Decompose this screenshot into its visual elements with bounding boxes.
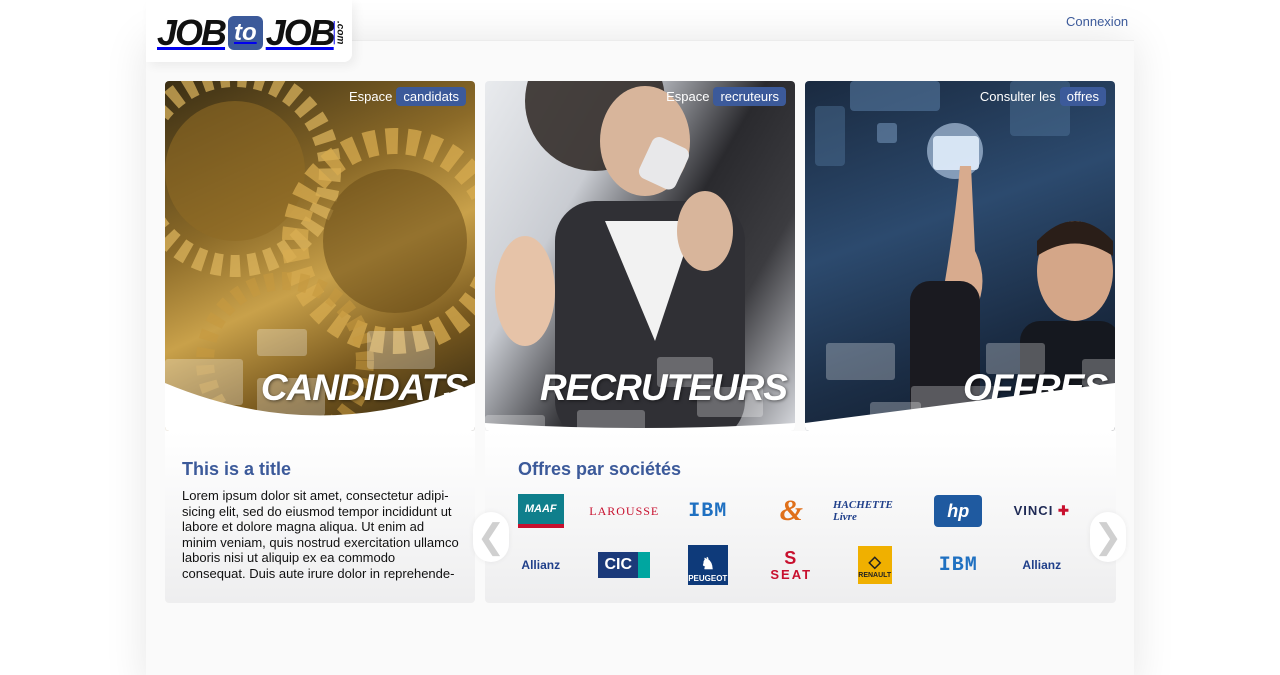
- panel-header: Espace recruteurs: [666, 87, 786, 106]
- panel-curve: [485, 423, 795, 431]
- panel-curve: [165, 383, 475, 431]
- carousel-prev-button[interactable]: ❮: [473, 512, 509, 562]
- companies-box: Offres par sociétés MAAF LAROUSSE IBM & …: [485, 431, 1116, 603]
- company-logo-hachette[interactable]: HACHETTE Livre: [833, 489, 917, 533]
- info-title: This is a title: [182, 459, 292, 479]
- panel-candidats[interactable]: Espace candidats CANDIDATS: [165, 81, 475, 431]
- panel-prefix: Consulter les: [979, 89, 1056, 104]
- glass-tile: [257, 329, 307, 356]
- lion-icon: ♞: [700, 556, 715, 573]
- logo-job-right: JOB: [265, 12, 336, 53]
- company-logo-maaf[interactable]: MAAF: [499, 489, 583, 533]
- info-box: This is a title Lorem ipsum dolor sit am…: [165, 431, 475, 603]
- page: JOB to JOB .com Connexion Espace candida…: [0, 0, 1280, 675]
- company-logo-france-telecom[interactable]: &: [750, 489, 834, 533]
- company-logo-ibm[interactable]: IBM: [666, 489, 750, 533]
- panel-recruteurs[interactable]: Espace recruteurs RECRUTEURS: [485, 81, 795, 431]
- chevron-right-icon: ❯: [1093, 518, 1123, 556]
- company-logo-grid: MAAF LAROUSSE IBM & HACHETTE Livre hp VI…: [499, 489, 1099, 587]
- company-logo-vinci[interactable]: VINCI ✚: [1000, 489, 1084, 533]
- panel-pill[interactable]: recruteurs: [713, 87, 786, 106]
- info-text: Lorem ipsum dolor sit amet, consectetur …: [182, 488, 459, 581]
- company-logo-peugeot[interactable]: ♞ PEUGEOT: [666, 543, 750, 587]
- logo-job-left: JOB: [157, 12, 227, 53]
- logo-text: LAROUSSE: [589, 503, 660, 518]
- panel-curve: [805, 383, 1115, 431]
- logo-text: HACHETTE Livre: [833, 499, 893, 523]
- seat-s-icon: S: [784, 547, 799, 568]
- chevron-left-icon: ❮: [476, 518, 506, 556]
- panel-header: Espace candidats: [349, 87, 466, 106]
- logo-text: Allianz: [521, 558, 561, 572]
- diamond-icon: ◇: [868, 553, 881, 571]
- logo-text: CIC: [598, 552, 651, 578]
- panel-header: Consulter les offres: [980, 87, 1106, 106]
- panel-pill[interactable]: offres: [1059, 87, 1106, 106]
- panel-pill[interactable]: candidats: [396, 87, 466, 106]
- connexion-link[interactable]: Connexion: [1066, 14, 1128, 29]
- logo-text: IBM: [688, 499, 728, 523]
- panel-prefix: Espace: [666, 89, 710, 104]
- company-logo-seat[interactable]: S SEAT: [750, 543, 834, 587]
- carousel-next-button[interactable]: ❯: [1090, 512, 1126, 562]
- logo-text: PEUGEOT: [688, 574, 728, 583]
- glass-tile: [367, 331, 435, 369]
- logo-text: &: [779, 494, 803, 527]
- panel-prefix: Espace: [348, 89, 393, 104]
- logo-text: RENAULT: [858, 571, 892, 579]
- company-logo-larousse[interactable]: LAROUSSE: [583, 489, 667, 533]
- company-logo-allianz[interactable]: Allianz: [1000, 543, 1084, 587]
- company-logo-allianz[interactable]: Allianz: [499, 543, 583, 587]
- company-logo-renault[interactable]: ◇ RENAULT: [833, 543, 917, 587]
- site-logo[interactable]: JOB to JOB .com: [157, 12, 346, 53]
- logo-text: VINCI: [1013, 503, 1054, 518]
- company-logo-hp[interactable]: hp: [917, 489, 1001, 533]
- logo-text: MAAF: [517, 494, 564, 528]
- companies-title: Offres par sociétés: [518, 459, 682, 479]
- logo-text: Allianz: [1022, 558, 1062, 572]
- logo-text: hp: [934, 495, 983, 527]
- logo-to: to: [228, 16, 263, 50]
- logo-text: IBM: [938, 553, 978, 577]
- logo-com: .com: [334, 21, 346, 45]
- company-logo-ibm[interactable]: IBM: [917, 543, 1001, 587]
- company-logo-cic[interactable]: CIC: [583, 543, 667, 587]
- logo-text: SEAT: [770, 566, 813, 582]
- panel-offres[interactable]: Consulter les offres OFFRES: [805, 81, 1115, 431]
